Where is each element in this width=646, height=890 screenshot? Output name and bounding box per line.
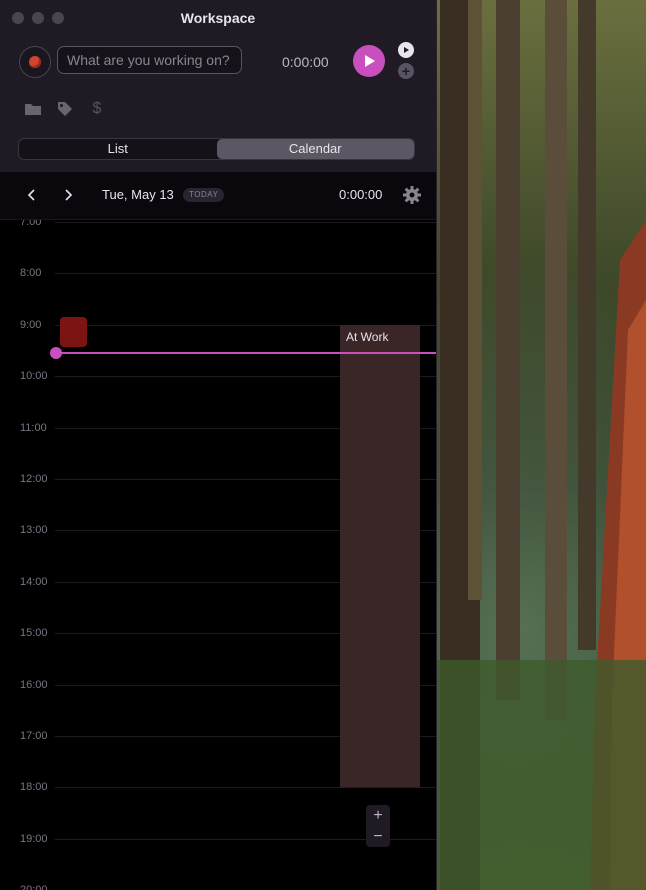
project-button[interactable] xyxy=(19,46,51,78)
view-toggle: List Calendar xyxy=(18,138,415,160)
hour-label: 12:00 xyxy=(20,473,48,485)
hour-row: 18:00 xyxy=(0,781,436,793)
hour-label: 14:00 xyxy=(20,575,48,588)
dollar-icon: $ xyxy=(92,100,102,117)
hour-label: 20:00 xyxy=(20,884,48,890)
zoom-in-button[interactable]: + xyxy=(366,805,390,826)
previous-day-button[interactable] xyxy=(22,185,42,205)
tag-select-button[interactable] xyxy=(56,100,74,118)
hour-label: 10:00 xyxy=(20,370,48,383)
tab-calendar[interactable]: Calendar xyxy=(216,139,414,159)
start-timer-button[interactable] xyxy=(353,45,385,77)
title-bar: Workspace xyxy=(0,0,436,36)
description-input[interactable] xyxy=(57,46,242,74)
zoom-out-button[interactable]: − xyxy=(366,826,390,847)
current-time-indicator xyxy=(50,347,62,360)
gear-icon xyxy=(403,186,421,204)
window-title: Workspace xyxy=(180,10,256,26)
hour-gridline xyxy=(55,273,436,275)
folder-icon xyxy=(25,104,41,115)
timer-header: 0:00:00 + xyxy=(0,36,436,172)
hour-label: 13:00 xyxy=(20,524,48,537)
hour-label: 19:00 xyxy=(20,832,48,845)
chevron-left-icon xyxy=(27,189,35,201)
hour-label: 18:00 xyxy=(20,781,48,794)
hour-label: 11:00 xyxy=(20,421,47,434)
calendar-nav: Tue, May 13 TODAY 0:00:00 xyxy=(0,172,436,220)
hour-gridline xyxy=(55,787,436,789)
play-icon xyxy=(365,55,375,67)
hour-label: 17:00 xyxy=(20,730,48,742)
hour-label: 15:00 xyxy=(20,627,48,640)
tag-icon xyxy=(58,102,72,116)
calendar-day-grid[interactable]: 7:00 8:00 9:00 10:00 11:00 12:00 13:00 14:00 15:… xyxy=(0,220,436,890)
add-entry-button[interactable]: + xyxy=(398,63,414,79)
tomato-icon xyxy=(29,56,41,68)
play-small-icon xyxy=(404,47,409,53)
plus-icon: + xyxy=(401,63,411,79)
current-time-line xyxy=(56,352,436,355)
next-day-button[interactable] xyxy=(58,185,78,205)
day-total: 0:00:00 xyxy=(339,187,383,202)
hour-row: 8:00 xyxy=(0,267,436,279)
zoom-control: + − xyxy=(366,805,390,848)
today-badge[interactable]: TODAY xyxy=(183,188,225,202)
app-window: Workspace 0:00:00 + xyxy=(0,0,437,890)
project-select-button[interactable] xyxy=(24,100,42,118)
tab-list[interactable]: List xyxy=(19,139,217,159)
hour-label: 8:00 xyxy=(20,267,42,280)
hour-label: 16:00 xyxy=(20,678,48,691)
hour-label: 7:00 xyxy=(20,220,42,228)
billable-toggle[interactable]: $ xyxy=(88,100,106,118)
current-date[interactable]: Tue, May 13 xyxy=(102,187,174,202)
calendar-settings-button[interactable] xyxy=(402,185,422,205)
timer-display: 0:00:00 xyxy=(282,54,329,70)
chevron-right-icon xyxy=(65,189,73,201)
hour-gridline xyxy=(55,222,436,223)
time-entry-block[interactable] xyxy=(60,316,87,347)
hour-label: 9:00 xyxy=(20,318,42,331)
continue-button[interactable] xyxy=(398,42,414,58)
calendar-event-at-work[interactable]: At Work xyxy=(340,324,420,788)
hour-row: 7:00 xyxy=(0,220,436,228)
event-title: At Work xyxy=(346,329,389,344)
